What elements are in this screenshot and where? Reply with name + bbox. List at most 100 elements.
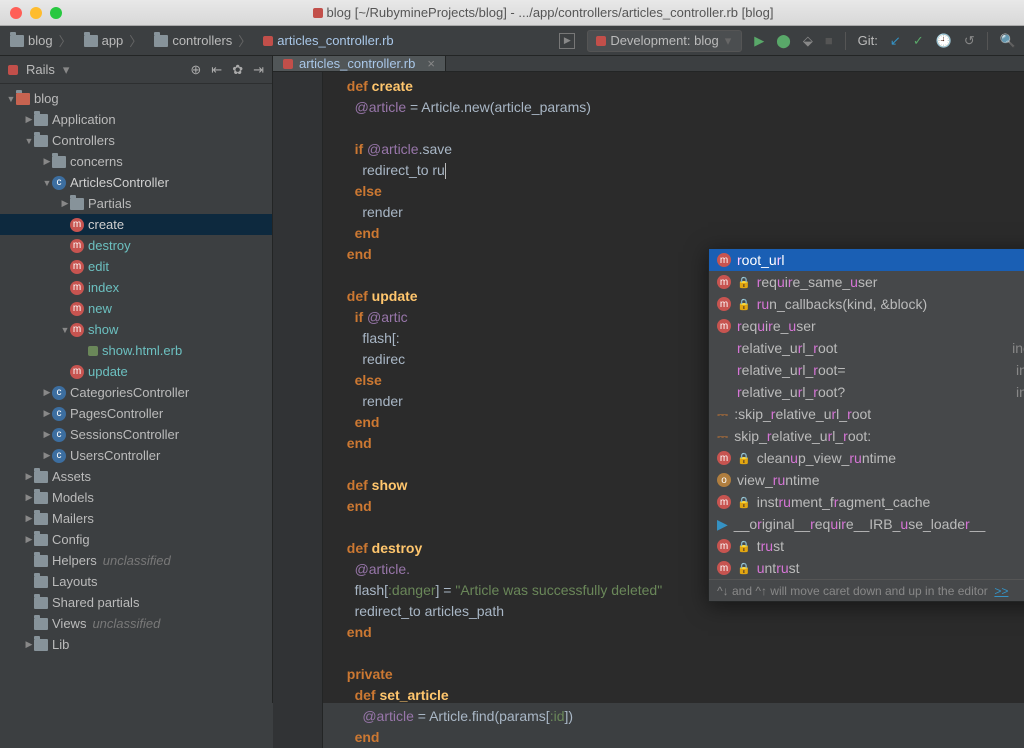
project-tree[interactable]: ▼blog▶Application▼Controllers▶concerns▼c…	[0, 84, 272, 703]
tree-node[interactable]: ▼Controllers	[0, 130, 272, 151]
collapse-icon[interactable]: ⇤	[211, 62, 222, 78]
tree-node[interactable]: Shared partials	[0, 592, 272, 613]
disclosure-icon[interactable]: ▶	[42, 156, 52, 167]
disclosure-icon[interactable]: ▶	[24, 639, 34, 650]
completion-item[interactable]: m🔒instrument_fragment_cacheActionControl…	[709, 491, 1024, 513]
tree-node[interactable]: ▼mshow	[0, 319, 272, 340]
tree-node[interactable]: ▶cPagesController	[0, 403, 272, 424]
completion-item[interactable]: m🔒trustObject	[709, 535, 1024, 557]
tree-node[interactable]: ▶Models	[0, 487, 272, 508]
completion-item[interactable]: ⎓:skip_relative_url_root	[709, 403, 1024, 425]
completion-item[interactable]: ▶__original__require__IRB_use_loader__Ob…	[709, 513, 1024, 535]
completion-item[interactable]: m🔒untrustObject	[709, 557, 1024, 579]
disclosure-icon[interactable]: ▶	[60, 198, 70, 209]
hint-link[interactable]: >>	[994, 584, 1008, 598]
folder-icon	[154, 35, 168, 47]
tree-node[interactable]: ▶Mailers	[0, 508, 272, 529]
disclosure-icon[interactable]: ▼	[6, 94, 16, 104]
disclosure-icon[interactable]: ▶	[24, 534, 34, 545]
disclosure-icon[interactable]: ▶	[42, 429, 52, 440]
tree-node[interactable]: mnew	[0, 298, 272, 319]
lock-icon: 🔒	[737, 452, 751, 465]
rails-icon	[8, 65, 18, 75]
breadcrumb[interactable]: blog〉	[8, 29, 76, 52]
disclosure-icon[interactable]: ▶	[24, 513, 34, 524]
git-history-icon[interactable]: 🕘	[936, 33, 952, 49]
completion-item[interactable]: oview_runtimeActionController::Instrumen…	[709, 469, 1024, 491]
completion-item[interactable]: ⎓skip_relative_url_root:	[709, 425, 1024, 447]
method-icon: m	[70, 302, 84, 316]
completion-item[interactable]: relative_url_root=included in AbstractCo…	[709, 359, 1024, 381]
completion-item[interactable]: m🔒run_callbacks(kind, &block)ActiveSuppo…	[709, 293, 1024, 315]
lock-icon: 🔒	[737, 298, 751, 311]
tree-node[interactable]: ▼blog	[0, 88, 272, 109]
completion-item[interactable]: m🔒require_same_userArticlesController	[709, 271, 1024, 293]
settings-icon[interactable]: ✿	[232, 62, 243, 78]
tree-node[interactable]: ▶cSessionsController	[0, 424, 272, 445]
debug-icon[interactable]: ⬤	[776, 33, 791, 49]
run-icon[interactable]: ▶	[754, 33, 764, 49]
tree-node[interactable]: mcreate	[0, 214, 272, 235]
tree-node[interactable]: medit	[0, 256, 272, 277]
disclosure-icon[interactable]: ▶	[24, 114, 34, 125]
git-update-icon[interactable]: ↙	[890, 33, 901, 49]
coverage-icon[interactable]: ⬙	[803, 33, 813, 49]
zoom-icon[interactable]	[50, 7, 62, 19]
disclosure-icon[interactable]: ▶	[24, 471, 34, 482]
completion-item[interactable]: relative_url_rootincluded in AbstractCon…	[709, 337, 1024, 359]
tree-node[interactable]: ▶Assets	[0, 466, 272, 487]
tree-node[interactable]: ▶ Config	[0, 529, 272, 550]
tree-label: PagesController	[70, 406, 163, 421]
tree-label: Shared partials	[52, 595, 139, 610]
tree-node[interactable]: ▼cArticlesController	[0, 172, 272, 193]
disclosure-icon[interactable]: ▼	[42, 178, 52, 188]
completion-label: instrument_fragment_cache	[757, 494, 931, 510]
tree-node[interactable]: ▶Lib	[0, 634, 272, 655]
tree-node[interactable]: ▶Application	[0, 109, 272, 130]
sidebar-title[interactable]: Rails	[26, 62, 55, 77]
tree-node[interactable]: mdestroy	[0, 235, 272, 256]
completion-item[interactable]: m🔒cleanup_view_runtimeActionController::…	[709, 447, 1024, 469]
tree-node[interactable]: ▶cCategoriesController	[0, 382, 272, 403]
tree-node[interactable]: Helpersunclassified	[0, 550, 272, 571]
stop-icon[interactable]: ■	[825, 33, 833, 48]
git-commit-icon[interactable]: ✓	[913, 33, 924, 49]
run-config-select[interactable]: Development: blog▾	[587, 30, 742, 52]
tree-node[interactable]: mindex	[0, 277, 272, 298]
tree-node[interactable]: Layouts	[0, 571, 272, 592]
disclosure-icon[interactable]: ▶	[42, 408, 52, 419]
tree-label: Config	[52, 532, 90, 547]
disclosure-icon[interactable]: ▼	[60, 325, 70, 335]
completion-label: require_same_user	[757, 274, 878, 290]
disclosure-icon[interactable]: ▼	[24, 136, 34, 146]
completion-label: skip_relative_url_root:	[734, 428, 871, 444]
tree-node[interactable]: ▶Partials	[0, 193, 272, 214]
search-icon[interactable]: 🔍	[1000, 33, 1016, 49]
close-icon[interactable]: ×	[427, 56, 435, 71]
tree-node[interactable]: Viewsunclassified	[0, 613, 272, 634]
tree-node[interactable]: ▶concerns	[0, 151, 272, 172]
completion-item[interactable]: relative_url_root?included in AbstractCo…	[709, 381, 1024, 403]
terminal-icon[interactable]: ▶	[559, 33, 575, 49]
tree-node[interactable]: show.html.erb	[0, 340, 272, 361]
completion-item[interactable]: mrequire_userApplicationController	[709, 315, 1024, 337]
minimize-icon[interactable]	[30, 7, 42, 19]
ruby-icon	[283, 59, 293, 69]
breadcrumb[interactable]: app〉	[82, 29, 147, 52]
tab-articles-controller[interactable]: articles_controller.rb ×	[273, 56, 446, 71]
tree-node[interactable]: ▶cUsersController	[0, 445, 272, 466]
disclosure-icon[interactable]: ▶	[24, 492, 34, 503]
code-lines[interactable]: def create @article = Article.new(articl…	[323, 72, 662, 748]
disclosure-icon[interactable]: ▶	[42, 387, 52, 398]
git-revert-icon[interactable]: ↺	[964, 33, 975, 49]
breadcrumb[interactable]: controllers〉	[152, 29, 255, 52]
class-icon: c	[52, 386, 66, 400]
completion-item[interactable]: mroot_urlArticlesController	[709, 249, 1024, 271]
hide-icon[interactable]: ⇥	[253, 62, 264, 78]
breadcrumb[interactable]: articles_controller.rb	[261, 31, 395, 50]
close-icon[interactable]	[10, 7, 22, 19]
disclosure-icon[interactable]: ▶	[42, 450, 52, 461]
target-icon[interactable]: ⊕	[190, 62, 201, 78]
tree-node[interactable]: mupdate	[0, 361, 272, 382]
completion-popup[interactable]: mroot_urlArticlesControllerm🔒require_sam…	[708, 248, 1024, 602]
